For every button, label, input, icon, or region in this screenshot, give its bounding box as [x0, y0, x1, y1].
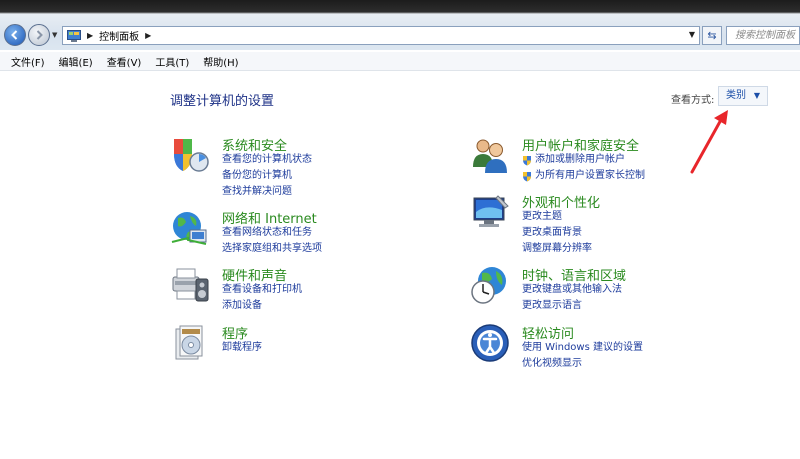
menu-view[interactable]: 查看(V)	[100, 54, 149, 69]
link-windows-suggested-settings[interactable]: 使用 Windows 建议的设置	[522, 340, 643, 356]
address-dropdown-icon[interactable]: ▼	[689, 30, 695, 39]
link-view-computer-status[interactable]: 查看您的计算机状态	[222, 152, 312, 168]
link-change-desktop-background[interactable]: 更改桌面背景	[522, 225, 592, 241]
view-by-label: 查看方式:	[671, 95, 715, 106]
link-adjust-resolution[interactable]: 调整屏幕分辨率	[522, 241, 592, 257]
uac-shield-icon	[523, 171, 531, 181]
network-icon[interactable]	[170, 208, 210, 248]
recent-pages-dropdown-icon[interactable]: ▼	[52, 31, 57, 39]
link-network-status[interactable]: 查看网络状态和任务	[222, 225, 322, 241]
menu-file[interactable]: 文件(F)	[0, 54, 52, 69]
view-by-dropdown[interactable]: 类别 ▼	[718, 86, 768, 106]
link-troubleshoot[interactable]: 查找并解决问题	[222, 184, 312, 200]
back-button[interactable]	[4, 24, 26, 46]
forward-button[interactable]	[28, 24, 50, 46]
link-uninstall-program[interactable]: 卸载程序	[222, 340, 262, 356]
link-change-keyboard[interactable]: 更改键盘或其他输入法	[522, 282, 622, 298]
clock-language-icon[interactable]	[470, 265, 510, 305]
hardware-sound-icon[interactable]	[170, 265, 210, 305]
menu-bar: 文件(F) 编辑(E) 查看(V) 工具(T) 帮助(H)	[0, 52, 800, 71]
link-add-remove-accounts[interactable]: 添加或删除用户帐户	[522, 152, 645, 168]
link-change-theme[interactable]: 更改主题	[522, 209, 592, 225]
address-bar[interactable]: ▶ 控制面板 ▶ ▼	[62, 26, 700, 45]
menu-edit[interactable]: 编辑(E)	[52, 54, 100, 69]
ease-of-access-icon[interactable]	[470, 323, 510, 363]
link-homegroup-sharing[interactable]: 选择家庭组和共享选项	[222, 241, 322, 257]
refresh-button[interactable]: ⇆	[702, 26, 722, 45]
breadcrumb-separator-icon[interactable]: ▶	[145, 31, 151, 40]
user-accounts-icon[interactable]	[470, 135, 510, 175]
menu-help[interactable]: 帮助(H)	[196, 54, 245, 69]
link-label: 为所有用户设置家长控制	[535, 170, 645, 181]
forward-arrow-icon	[36, 30, 43, 40]
link-optimize-video-display[interactable]: 优化视频显示	[522, 356, 643, 372]
link-label: 添加或删除用户帐户	[535, 154, 625, 165]
link-devices-printers[interactable]: 查看设备和打印机	[222, 282, 302, 298]
control-panel-icon	[67, 29, 81, 42]
breadcrumb-separator-icon[interactable]: ▶	[87, 31, 93, 40]
annotation-arrow-icon	[690, 110, 728, 174]
appearance-icon[interactable]	[470, 192, 510, 232]
link-add-device[interactable]: 添加设备	[222, 298, 302, 314]
view-by-value: 类别	[726, 90, 746, 101]
link-change-display-language[interactable]: 更改显示语言	[522, 298, 622, 314]
refresh-icon: ⇆	[707, 29, 717, 42]
page-title: 调整计算机的设置	[170, 94, 275, 109]
system-security-icon[interactable]	[170, 135, 210, 175]
breadcrumb-control-panel[interactable]: 控制面板	[99, 28, 139, 43]
uac-shield-icon	[523, 155, 531, 165]
link-backup-computer[interactable]: 备份您的计算机	[222, 168, 312, 184]
menu-tools[interactable]: 工具(T)	[148, 54, 196, 69]
programs-icon[interactable]	[170, 323, 210, 363]
link-parental-controls[interactable]: 为所有用户设置家长控制	[522, 168, 645, 184]
search-input[interactable]: 搜索控制面板	[726, 26, 800, 45]
back-arrow-icon	[11, 30, 18, 40]
chevron-down-icon: ▼	[753, 91, 760, 100]
